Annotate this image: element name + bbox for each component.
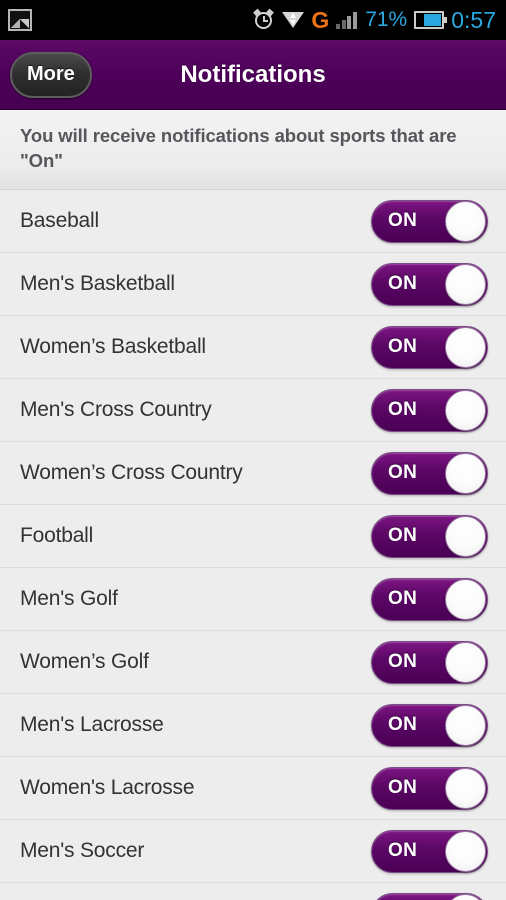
toggle-knob[interactable]	[445, 767, 486, 809]
toggle-knob[interactable]	[445, 704, 486, 746]
table-row[interactable]: Men's Basketball ON	[0, 253, 506, 317]
toggle-state-label: ON	[388, 462, 418, 484]
table-row[interactable]: Football ON	[0, 505, 506, 569]
battery-icon	[414, 11, 448, 29]
toggle-state-label: ON	[388, 651, 418, 673]
toggle-knob[interactable]	[445, 200, 486, 242]
toggle-knob[interactable]	[445, 389, 486, 431]
network-type-indicator: G	[311, 6, 330, 33]
table-row[interactable]: Men's Lacrosse ON	[0, 694, 506, 758]
notification-toggle[interactable]: ON	[371, 514, 488, 558]
toggle-knob[interactable]	[445, 578, 486, 620]
toggle-state-label: ON	[388, 588, 418, 610]
toggle-knob[interactable]	[445, 515, 486, 557]
description-band: You will receive notifications about spo…	[0, 110, 506, 191]
table-row[interactable]: Women’s Golf ON	[0, 631, 506, 695]
table-row[interactable]: Men's Golf ON	[0, 568, 506, 632]
app-title-bar: More Notifications	[0, 40, 506, 110]
notification-toggle[interactable]: ON	[371, 640, 488, 684]
notification-toggle[interactable]: ON	[371, 703, 488, 747]
toggle-state-label: ON	[388, 777, 418, 799]
toggle-state-label: ON	[388, 840, 418, 862]
toggle-knob[interactable]	[445, 263, 486, 305]
toggle-state-label: ON	[388, 273, 418, 295]
sport-name-label: Women’s Basketball	[20, 335, 206, 359]
notification-toggle[interactable]: ON	[371, 325, 488, 369]
notification-toggle[interactable]: ON	[371, 262, 488, 306]
signal-bars-icon	[336, 11, 358, 29]
sport-name-label: Football	[20, 524, 94, 548]
notification-toggle[interactable]: ON	[371, 451, 488, 495]
table-row[interactable]: Women’s Basketball ON	[0, 316, 506, 380]
notification-toggle[interactable]: ON	[371, 766, 488, 810]
notification-toggle[interactable]: ON	[371, 199, 488, 243]
sport-name-label: Women’s Golf	[20, 650, 149, 674]
toggle-state-label: ON	[388, 210, 418, 232]
alarm-icon	[253, 8, 275, 31]
toggle-knob[interactable]	[445, 893, 486, 900]
table-row[interactable]: Baseball ON	[0, 190, 506, 254]
more-button-label: More	[27, 63, 75, 85]
status-bar: G 71% 0:57	[0, 0, 506, 40]
sport-name-label: Men's Soccer	[20, 839, 145, 863]
toggle-state-label: ON	[388, 399, 418, 421]
toggle-state-label: ON	[388, 525, 418, 547]
app-screen: G 71% 0:57 More Notifications You will r…	[0, 0, 506, 900]
status-bar-clock: 0:57	[451, 6, 496, 33]
sport-name-label: Men's Basketball	[20, 272, 175, 296]
toggle-knob[interactable]	[445, 326, 486, 368]
toggle-knob[interactable]	[445, 641, 486, 683]
more-button[interactable]: More	[10, 51, 92, 98]
sport-name-label: Baseball	[20, 209, 99, 233]
gallery-notification-icon	[8, 9, 32, 31]
sport-name-label: Women's Lacrosse	[20, 776, 195, 800]
table-row[interactable]: Women's SoccerON	[0, 883, 506, 900]
table-row[interactable]: Men's Cross Country ON	[0, 379, 506, 443]
description-text: You will receive notifications about spo…	[20, 125, 457, 171]
toggle-state-label: ON	[388, 714, 418, 736]
status-bar-left	[8, 9, 253, 31]
sports-notification-list: Baseball ON Men's Basketball ON Women’s Bask…	[0, 190, 506, 900]
sport-name-label: Women’s Cross Country	[20, 461, 243, 485]
sport-name-label: Men's Golf	[20, 587, 118, 611]
notification-toggle[interactable]: ON	[371, 577, 488, 621]
toggle-knob[interactable]	[445, 830, 486, 872]
sport-name-label: Men's Lacrosse	[20, 713, 164, 737]
toggle-knob[interactable]	[445, 452, 486, 494]
notification-toggle[interactable]: ON	[371, 829, 488, 873]
sport-name-label: Men's Cross Country	[20, 398, 212, 422]
toggle-state-label: ON	[388, 336, 418, 358]
data-transfer-icon	[282, 9, 305, 31]
status-bar-right: G 71% 0:57	[253, 7, 496, 34]
table-row[interactable]: Women’s Cross Country ON	[0, 442, 506, 506]
notification-toggle[interactable]: ON	[371, 892, 488, 900]
table-row[interactable]: Women's Lacrosse ON	[0, 757, 506, 821]
battery-percent-label: 71%	[365, 8, 408, 31]
notification-toggle[interactable]: ON	[371, 388, 488, 432]
table-row[interactable]: Men's Soccer ON	[0, 820, 506, 884]
